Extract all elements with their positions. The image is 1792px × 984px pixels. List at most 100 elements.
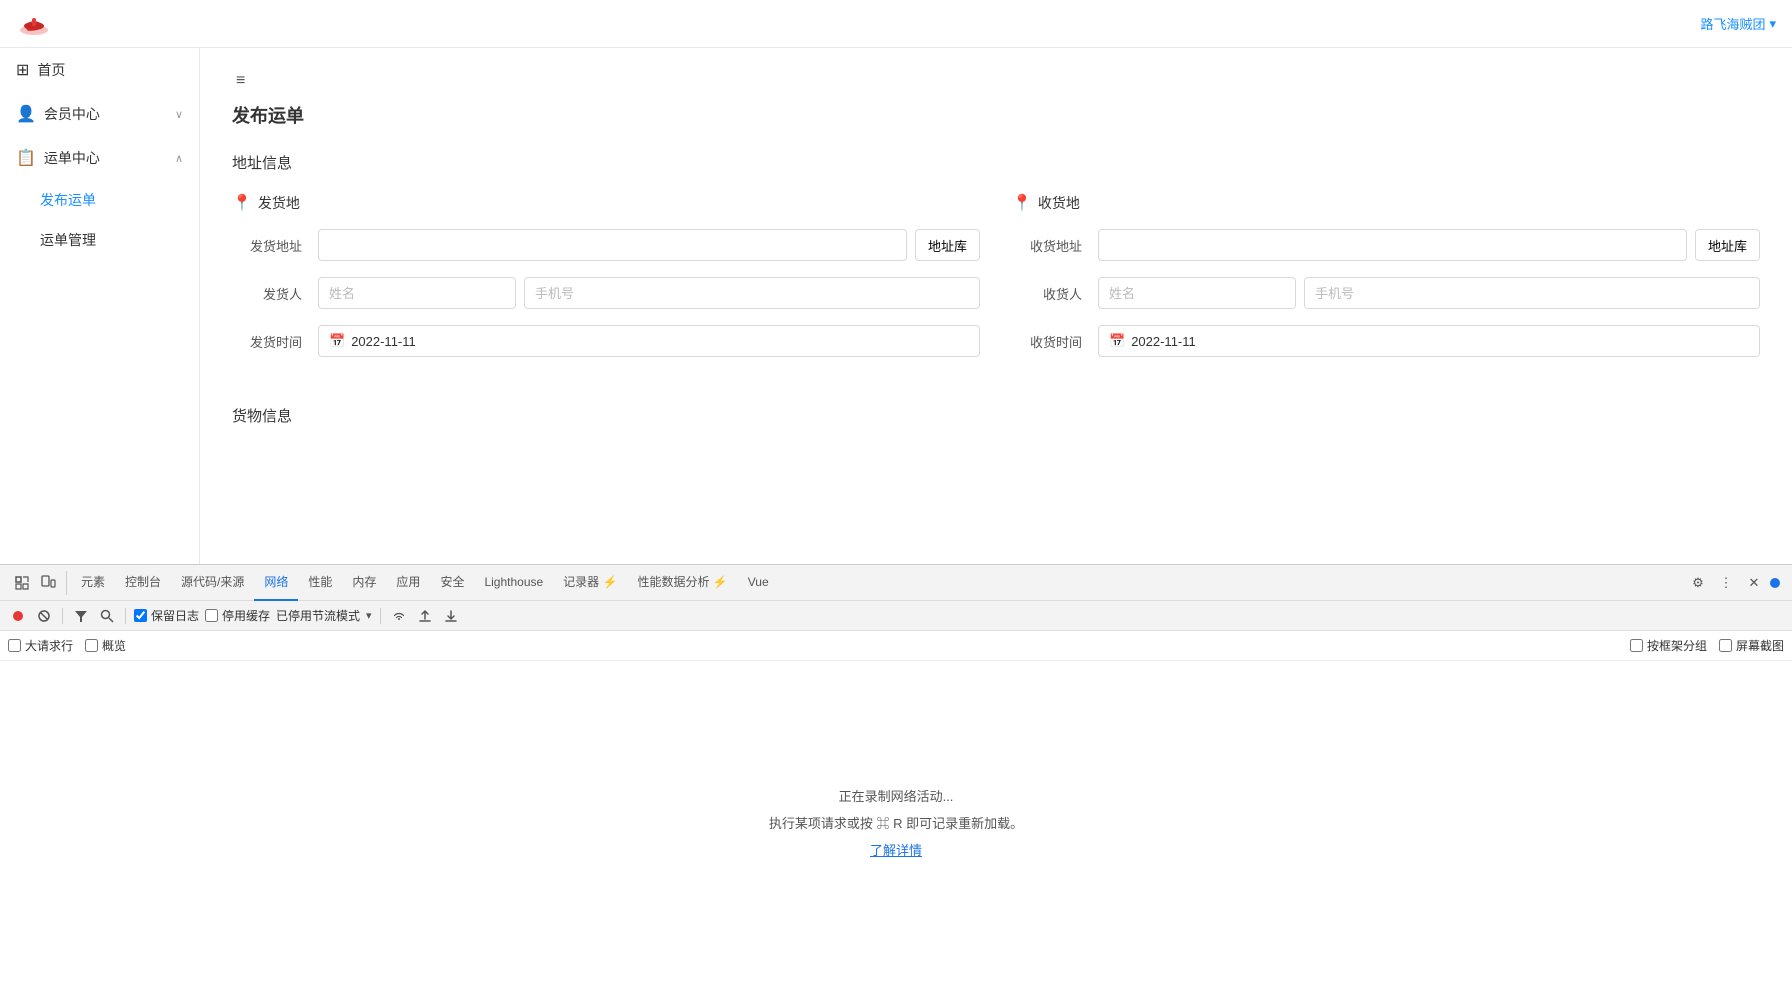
receiver-label: 📍 收货地 — [1012, 193, 1760, 213]
tab-network[interactable]: 网络 — [254, 565, 298, 601]
big-request-checkbox[interactable] — [8, 639, 21, 652]
devtools-close-btn[interactable]: ✕ — [1742, 571, 1766, 595]
search-btn[interactable] — [97, 606, 117, 626]
logistics-icon: 📋 — [16, 148, 36, 168]
preserve-log-label[interactable]: 保留日志 — [134, 607, 199, 624]
tab-lighthouse-label: Lighthouse — [484, 575, 543, 589]
user-arrow-icon: ▾ — [1769, 16, 1776, 32]
sidebar-item-member-label: 会员中心 — [44, 104, 100, 124]
address-section-title: 地址信息 — [232, 152, 1760, 173]
receiver-addr-btn[interactable]: 地址库 — [1695, 229, 1760, 261]
big-request-text: 大请求行 — [25, 637, 73, 654]
tab-memory[interactable]: 内存 — [342, 565, 386, 601]
devtools-inspect-icon[interactable] — [10, 571, 34, 595]
overview-label[interactable]: 概览 — [85, 637, 126, 654]
sender-date-value: 2022-11-11 — [351, 334, 416, 349]
sender-time-label: 发货时间 — [232, 332, 302, 351]
sidebar-item-member[interactable]: 👤 会员中心 ∨ — [0, 92, 199, 136]
sidebar-item-home[interactable]: ⊞ 首页 — [0, 48, 199, 92]
devtools-settings-btn[interactable]: ⚙ — [1686, 571, 1710, 595]
tab-performance[interactable]: 性能 — [298, 565, 342, 601]
disable-cache-checkbox[interactable] — [205, 609, 218, 622]
overview-text: 概览 — [102, 637, 126, 654]
home-icon: ⊞ — [16, 60, 29, 80]
tab-performance-insights[interactable]: 性能数据分析 ⚡ — [627, 565, 737, 601]
devtools-content-area: 正在录制网络活动... 执行某项请求或按 ⌘ R 即可记录重新加载。 了解详情 — [0, 661, 1792, 984]
tab-vue[interactable]: Vue — [738, 565, 779, 601]
sender-date-picker[interactable]: 📅 2022-11-11 — [318, 325, 980, 357]
address-grid: 📍 发货地 发货地址 地址库 发货人 — [232, 193, 1760, 373]
sidebar-item-logistics[interactable]: 📋 运单中心 ∧ — [0, 136, 199, 180]
user-label: 路飞海贼团 — [1700, 14, 1765, 33]
disable-cache-label[interactable]: 停用缓存 — [205, 607, 270, 624]
sidebar-item-publish[interactable]: 发布运单 — [0, 180, 199, 220]
devtools-more-btn[interactable]: ⋮ — [1714, 571, 1738, 595]
tab-performance-label: 性能 — [308, 573, 332, 590]
receiver-panel: 📍 收货地 收货地址 地址库 收货人 — [1012, 193, 1760, 373]
recording-text: 正在录制网络活动... — [839, 786, 954, 805]
recv-calendar-icon: 📅 — [1109, 333, 1125, 349]
tab-recorder-label: 记录器 ⚡ — [563, 573, 617, 590]
devtools-device-icon[interactable] — [36, 571, 60, 595]
screenshot-label[interactable]: 屏幕截图 — [1719, 637, 1784, 654]
screenshot-checkbox[interactable] — [1719, 639, 1732, 652]
tab-sources[interactable]: 源代码/来源 — [171, 565, 254, 601]
tab-sources-label: 源代码/来源 — [181, 573, 244, 590]
sender-address-row: 发货地址 地址库 — [232, 229, 980, 261]
group-by-frame-label[interactable]: 按框架分组 — [1630, 637, 1707, 654]
record-stop-btn[interactable] — [8, 606, 28, 626]
devtools-tab-actions: ⚙ ⋮ ✕ — [1686, 571, 1788, 595]
sender-name-input[interactable] — [318, 277, 516, 309]
receiver-person-label: 收货人 — [1012, 284, 1082, 303]
learn-more-link[interactable]: 了解详情 — [870, 840, 922, 859]
receiver-time-label: 收货时间 — [1012, 332, 1082, 351]
sender-label-text: 发货地 — [258, 193, 300, 213]
receiver-person-row: 收货人 — [1012, 277, 1760, 309]
member-arrow-icon: ∨ — [175, 108, 183, 121]
preserve-log-checkbox[interactable] — [134, 609, 147, 622]
receiver-phone-input[interactable] — [1304, 277, 1760, 309]
receiver-date-picker[interactable]: 📅 2022-11-11 — [1098, 325, 1760, 357]
wifi-icon[interactable] — [389, 606, 409, 626]
big-request-label[interactable]: 大请求行 — [8, 637, 73, 654]
sender-address-label: 发货地址 — [232, 236, 302, 255]
tab-performance-insights-label: 性能数据分析 ⚡ — [637, 573, 727, 590]
tab-elements[interactable]: 元素 — [71, 565, 115, 601]
content-inner: ≡ 发布运单 地址信息 📍 发货地 发货地址 — [200, 48, 1792, 564]
clear-btn[interactable] — [34, 606, 54, 626]
upload-icon[interactable] — [415, 606, 435, 626]
preserve-log-text: 保留日志 — [151, 607, 199, 624]
sender-addr-btn[interactable]: 地址库 — [915, 229, 980, 261]
tab-console[interactable]: 控制台 — [115, 565, 171, 601]
logo — [16, 6, 52, 42]
tab-memory-label: 内存 — [352, 573, 376, 590]
sender-phone-input[interactable] — [524, 277, 980, 309]
sender-label: 📍 发货地 — [232, 193, 980, 213]
hamburger-icon: ≡ — [232, 68, 249, 93]
group-by-frame-text: 按框架分组 — [1647, 637, 1707, 654]
throttle-select[interactable]: 已停用节流模式 — [276, 607, 360, 624]
sender-address-input[interactable] — [318, 229, 907, 261]
recv-pin-icon: 📍 — [1012, 193, 1032, 213]
receiver-address-input[interactable] — [1098, 229, 1687, 261]
download-icon[interactable] — [441, 606, 461, 626]
throttle-arrow[interactable]: ▾ — [366, 609, 372, 622]
overview-checkbox[interactable] — [85, 639, 98, 652]
main-content: ≡ 发布运单 地址信息 📍 发货地 发货地址 — [200, 48, 1792, 564]
send-pin-icon: 📍 — [232, 193, 252, 213]
tab-application[interactable]: 应用 — [386, 565, 430, 601]
logistics-arrow-icon: ∧ — [175, 152, 183, 165]
tab-recorder[interactable]: 记录器 ⚡ — [553, 565, 627, 601]
sidebar: ⊞ 首页 👤 会员中心 ∨ 📋 运单中心 ∧ 发布运单 运单管理 — [0, 48, 200, 564]
sidebar-item-manage[interactable]: 运单管理 — [0, 220, 199, 260]
menu-toggle[interactable]: ≡ — [232, 72, 1760, 90]
address-section: 地址信息 📍 发货地 发货地址 地址库 — [232, 152, 1760, 373]
tab-vue-label: Vue — [748, 575, 769, 589]
tab-security[interactable]: 安全 — [430, 565, 474, 601]
user-menu[interactable]: 路飞海贼团 ▾ — [1700, 14, 1776, 33]
group-by-frame-checkbox[interactable] — [1630, 639, 1643, 652]
receiver-name-input[interactable] — [1098, 277, 1296, 309]
filter-btn[interactable] — [71, 606, 91, 626]
devtools-filter-row: 大请求行 概览 按框架分组 屏幕截图 — [0, 631, 1792, 661]
tab-lighthouse[interactable]: Lighthouse — [474, 565, 553, 601]
